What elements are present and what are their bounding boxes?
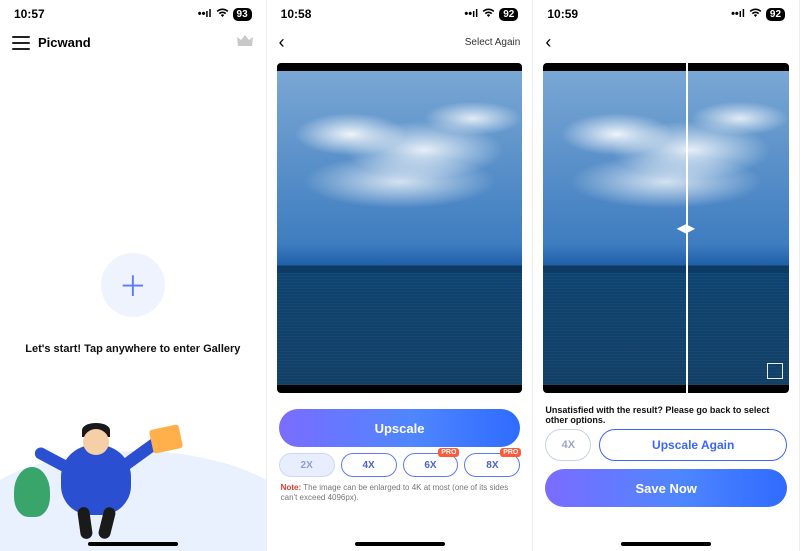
original-thumbnail-icon[interactable] bbox=[767, 363, 783, 379]
status-bar: 10:59 ••ıl 92 bbox=[533, 0, 799, 28]
back-button[interactable]: ‹ bbox=[545, 32, 551, 53]
start-hint: Let's start! Tap anywhere to enter Galle… bbox=[25, 343, 240, 355]
result-actions-row: 4X Upscale Again bbox=[533, 429, 799, 461]
upscale-again-button[interactable]: Upscale Again bbox=[599, 429, 787, 461]
select-again-button[interactable]: Select Again bbox=[465, 37, 521, 48]
nav-header: ‹ Select Again bbox=[267, 28, 533, 57]
battery-badge: 93 bbox=[233, 8, 252, 21]
result-compare[interactable]: ◀▶ bbox=[543, 63, 789, 393]
app-title: Picwand bbox=[38, 35, 91, 50]
note-text: Note: The image can be enlarged to 4K at… bbox=[267, 481, 533, 504]
screen-home: 10:57 ••ıl 93 Picwand ＋ Let's start! Tap… bbox=[0, 0, 267, 551]
scale-4x[interactable]: 4X bbox=[341, 453, 397, 477]
pro-badge: PRO bbox=[438, 448, 459, 457]
status-bar: 10:58 ••ıl 92 bbox=[267, 0, 533, 28]
unsatisfied-text: Unsatisfied with the result? Please go b… bbox=[533, 399, 799, 429]
pro-badge: PRO bbox=[500, 448, 521, 457]
status-icons: ••ıl 92 bbox=[464, 8, 518, 21]
home-illustration bbox=[0, 391, 266, 551]
premium-crown-icon[interactable] bbox=[236, 34, 254, 51]
signal-icon: ••ıl bbox=[731, 8, 745, 20]
home-indicator bbox=[355, 542, 445, 546]
status-time: 10:57 bbox=[14, 7, 45, 21]
scale-6x-label: 6X bbox=[424, 460, 436, 471]
status-icons: ••ıl 92 bbox=[731, 8, 785, 21]
scale-2x[interactable]: 2X bbox=[279, 453, 335, 477]
signal-icon: ••ıl bbox=[198, 8, 212, 20]
image-preview bbox=[277, 63, 523, 393]
home-indicator bbox=[88, 542, 178, 546]
home-indicator bbox=[621, 542, 711, 546]
screen-upscale-select: 10:58 ••ıl 92 ‹ Select Again Upscale 2X … bbox=[267, 0, 534, 551]
status-time: 10:58 bbox=[281, 7, 312, 21]
app-header: Picwand bbox=[0, 28, 266, 57]
wifi-icon bbox=[749, 8, 762, 21]
wifi-icon bbox=[482, 8, 495, 21]
scale-chip-4x[interactable]: 4X bbox=[545, 429, 591, 461]
wifi-icon bbox=[216, 8, 229, 21]
note-body: The image can be enlarged to 4K at most … bbox=[281, 483, 509, 502]
plus-icon: ＋ bbox=[119, 265, 147, 305]
scale-8x[interactable]: 8X PRO bbox=[464, 453, 520, 477]
menu-icon[interactable] bbox=[12, 36, 30, 50]
nav-header: ‹ bbox=[533, 28, 799, 57]
signal-icon: ••ıl bbox=[464, 8, 478, 20]
add-image-button[interactable]: ＋ bbox=[101, 253, 165, 317]
scale-8x-label: 8X bbox=[486, 460, 498, 471]
screen-result: 10:59 ••ıl 92 ‹ ◀▶ Unsatisfied with the … bbox=[533, 0, 800, 551]
note-label: Note: bbox=[281, 483, 301, 492]
status-bar: 10:57 ••ıl 93 bbox=[0, 0, 266, 28]
back-button[interactable]: ‹ bbox=[279, 32, 285, 53]
status-time: 10:59 bbox=[547, 7, 578, 21]
scale-options: 2X 4X 6X PRO 8X PRO bbox=[267, 453, 533, 481]
status-icons: ••ıl 93 bbox=[198, 8, 252, 21]
compare-handle-icon[interactable]: ◀▶ bbox=[674, 216, 698, 240]
battery-badge: 92 bbox=[766, 8, 785, 21]
save-now-button[interactable]: Save Now bbox=[545, 469, 787, 507]
upscale-button[interactable]: Upscale bbox=[279, 409, 521, 447]
scale-6x[interactable]: 6X PRO bbox=[403, 453, 459, 477]
battery-badge: 92 bbox=[499, 8, 518, 21]
